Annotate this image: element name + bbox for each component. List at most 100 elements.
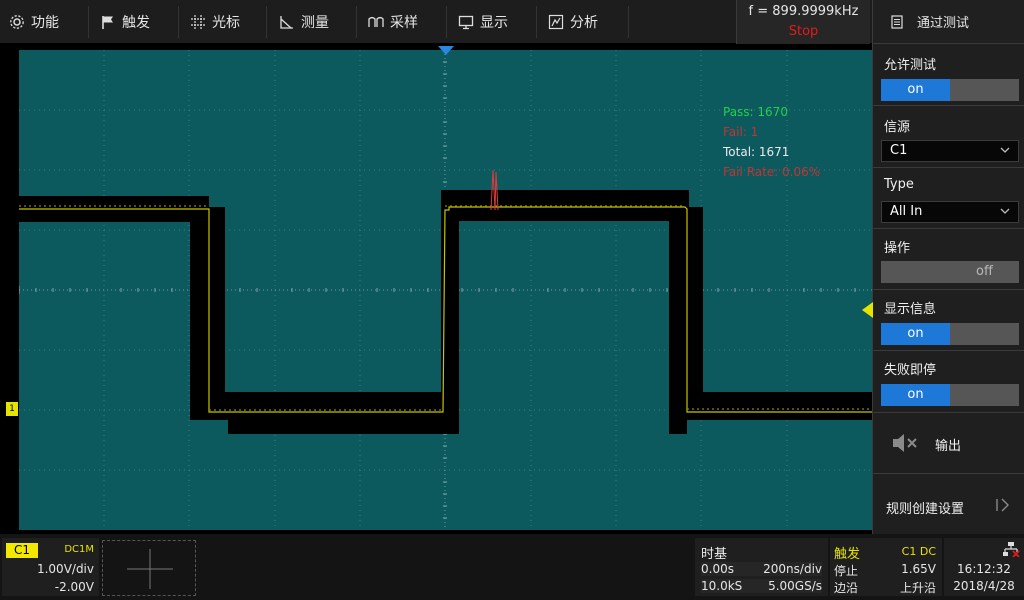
document-icon xyxy=(891,14,903,29)
add-channel-button[interactable] xyxy=(102,540,196,596)
trigger-source: C1 DC xyxy=(901,545,936,558)
channel1-tag: C1 xyxy=(6,543,38,558)
toggle-on-state: on xyxy=(881,79,950,101)
trigger-row-2: 边沿 上升沿 xyxy=(834,579,936,596)
frequency-counter[interactable]: f = 899.9999kHz Stop xyxy=(736,0,870,44)
pass-fail-panel: 通过测试 允许测试 on 信源 C1 Type All In 操作 off 显示… xyxy=(872,0,1024,534)
operation-label: 操作 xyxy=(884,241,911,256)
frequency-readout: f = 899.9999kHz xyxy=(748,4,859,19)
type-section: Type All In xyxy=(873,168,1024,229)
pass-count: Pass: 1670 xyxy=(723,105,788,119)
toggle-on-state: on xyxy=(881,384,950,406)
timebase-descriptor[interactable]: 时基 0.00s 200ns/div 10.0kS 5.00GS/s xyxy=(695,538,828,596)
measure-icon xyxy=(280,16,293,29)
total-count: Total: 1671 xyxy=(723,145,790,159)
sampling-icon xyxy=(368,16,384,27)
output-button[interactable]: 输出 xyxy=(873,413,1024,474)
clock-panel[interactable]: 16:12:32 2018/4/28 xyxy=(944,538,1024,596)
cursor-icon xyxy=(191,15,205,29)
sample-rate: 5.00GS/s xyxy=(768,579,822,593)
trigger-level: 1.65V xyxy=(901,562,936,576)
timebase-row-1: 0.00s 200ns/div xyxy=(701,562,822,576)
gear-icon xyxy=(10,15,24,29)
menu-function[interactable]: 功能 xyxy=(9,0,59,44)
menu-sampling[interactable]: 采样 xyxy=(368,0,418,44)
network-disconnected-icon xyxy=(1003,542,1020,557)
acquisition-status: Stop xyxy=(788,24,819,39)
source-label: 信源 xyxy=(884,120,911,135)
enable-test-section: 允许测试 on xyxy=(873,44,1024,106)
stop-on-fail-section: 失败即停 on xyxy=(873,351,1024,413)
trigger-position-marker[interactable] xyxy=(438,46,454,56)
display-info-label: 显示信息 xyxy=(884,302,937,317)
channel1-descriptor[interactable]: C1 DC1M 1.00V/div -2.00V xyxy=(2,538,99,596)
panel-header: 通过测试 xyxy=(873,0,1024,44)
flag-icon xyxy=(102,16,113,29)
fail-rate: Fail Rate: 0.06% xyxy=(723,165,821,179)
channel1-offset: -2.00V xyxy=(54,580,94,594)
analysis-icon xyxy=(548,14,564,30)
display-icon xyxy=(458,15,474,30)
toggle-off-state: off xyxy=(976,264,993,279)
panel-title: 通过测试 xyxy=(917,16,970,31)
stop-on-fail-toggle[interactable]: on xyxy=(881,384,1019,406)
fail-count: Fail: 1 xyxy=(723,125,759,139)
trigger-level-marker[interactable] xyxy=(862,302,873,318)
timebase-row-2: 10.0kS 5.00GS/s xyxy=(701,579,822,593)
memory-depth: 10.0kS xyxy=(701,579,743,593)
top-menu-bar: 功能 触发 光标 测量 采样 显示 分析 f = 899.9999kHz Sto… xyxy=(0,0,872,44)
chevron-down-icon xyxy=(1000,208,1010,214)
trigger-title: 触发 xyxy=(834,547,861,562)
trigger-type: 边沿 xyxy=(834,581,859,595)
menu-label: 触发 xyxy=(122,15,150,31)
menu-label: 显示 xyxy=(480,15,508,31)
timebase-delay: 0.00s xyxy=(701,562,734,576)
source-select[interactable]: C1 xyxy=(881,140,1019,162)
output-label: 输出 xyxy=(935,439,962,454)
operation-section: 操作 off xyxy=(873,229,1024,290)
rule-setup-button[interactable]: 规则创建设置 xyxy=(873,474,1024,534)
rule-setup-label: 规则创建设置 xyxy=(886,502,965,517)
speaker-mute-icon xyxy=(893,434,917,452)
menu-measure[interactable]: 测量 xyxy=(279,0,329,44)
trigger-slope: 上升沿 xyxy=(899,581,936,595)
bottom-status-bar: C1 DC1M 1.00V/div -2.00V 时基 0.00s 200ns/… xyxy=(0,534,1024,600)
menu-cursor[interactable]: 光标 xyxy=(190,0,240,44)
menu-label: 采样 xyxy=(390,15,418,31)
menu-label: 光标 xyxy=(212,15,240,31)
operation-toggle[interactable]: off xyxy=(881,261,1019,283)
pass-fail-stats: Pass: 1670 Fail: 1 Total: 1671 Fail Rate… xyxy=(723,102,820,182)
source-section: 信源 C1 xyxy=(873,106,1024,168)
channel1-offset-marker[interactable]: 1 xyxy=(6,402,18,416)
type-label: Type xyxy=(884,177,914,192)
trigger-mode: 停止 xyxy=(834,564,859,578)
next-page-icon xyxy=(996,498,1009,512)
enable-test-label: 允许测试 xyxy=(884,58,937,73)
channel1-scale: 1.00V/div xyxy=(36,562,94,576)
clock-time: 16:12:32 xyxy=(957,562,1011,576)
pass-fail-mask xyxy=(19,190,872,434)
type-value: All In xyxy=(890,204,923,219)
enable-test-toggle[interactable]: on xyxy=(881,79,1019,101)
source-value: C1 xyxy=(890,143,908,158)
timebase-scale: 200ns/div xyxy=(763,562,822,576)
timebase-title: 时基 xyxy=(701,547,728,562)
plus-icon xyxy=(127,549,173,589)
display-info-section: 显示信息 on xyxy=(873,290,1024,351)
menu-label: 功能 xyxy=(31,15,59,31)
menu-display[interactable]: 显示 xyxy=(458,0,508,44)
clock-date: 2018/4/28 xyxy=(953,579,1015,593)
type-select[interactable]: All In xyxy=(881,201,1019,223)
channel1-coupling: DC1M xyxy=(64,544,94,555)
waveform-display[interactable]: Pass: 1670 Fail: 1 Total: 1671 Fail Rate… xyxy=(19,50,872,530)
menu-label: 测量 xyxy=(301,15,329,31)
toggle-on-state: on xyxy=(881,323,950,345)
chevron-down-icon xyxy=(1000,147,1010,153)
stop-on-fail-label: 失败即停 xyxy=(884,363,937,378)
trigger-row-1: 停止 1.65V xyxy=(834,562,936,579)
menu-label: 分析 xyxy=(570,15,598,31)
menu-analysis[interactable]: 分析 xyxy=(548,0,598,44)
menu-trigger[interactable]: 触发 xyxy=(100,0,150,44)
trigger-descriptor[interactable]: 触发 C1 DC 停止 1.65V 边沿 上升沿 xyxy=(830,538,942,596)
display-info-toggle[interactable]: on xyxy=(881,323,1019,345)
